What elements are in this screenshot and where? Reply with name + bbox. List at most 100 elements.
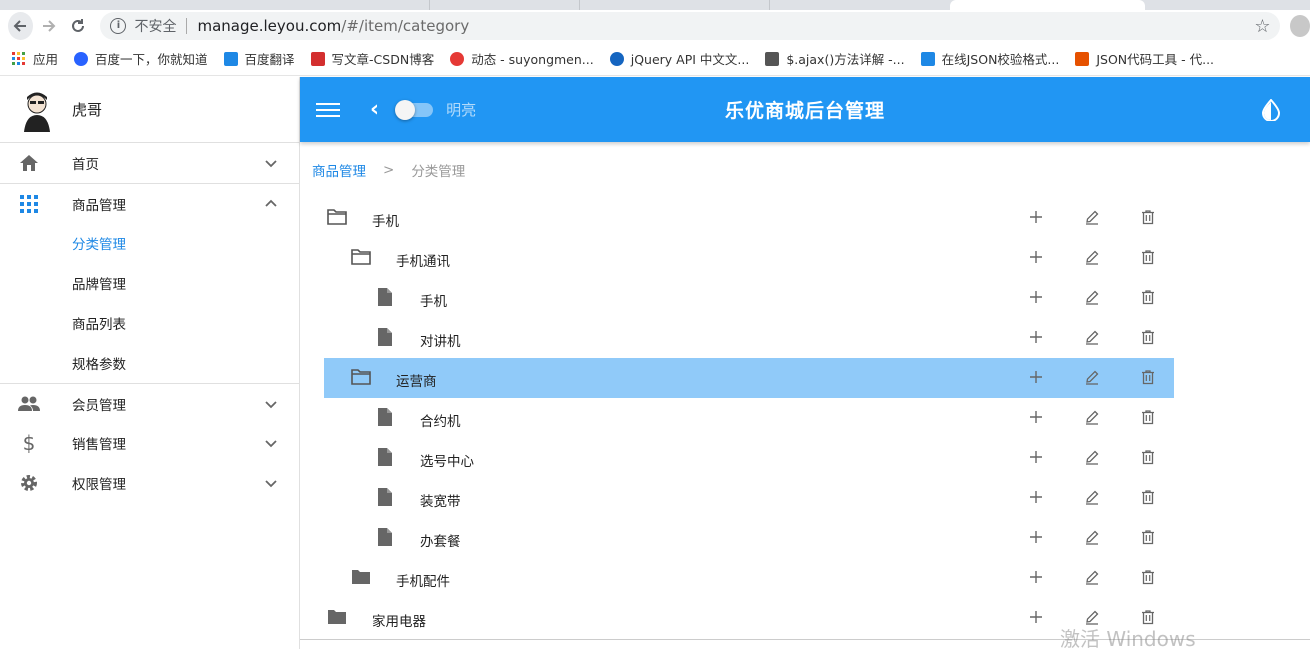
edit-icon[interactable] [1084, 369, 1100, 385]
chevron-left-icon[interactable]: ‹ [370, 97, 379, 122]
avatar[interactable] [18, 87, 56, 132]
menu-item-sales[interactable]: $ 销售管理 [0, 423, 299, 463]
folder-open-icon[interactable] [327, 207, 347, 227]
edit-icon[interactable] [1084, 409, 1100, 425]
edit-icon[interactable] [1084, 249, 1100, 265]
tree-node-label[interactable]: 选号中心 [420, 450, 474, 470]
add-icon[interactable] [1028, 569, 1044, 585]
tree-node-label[interactable]: 手机配件 [396, 570, 450, 590]
submenu-item-spec-params[interactable]: 规格参数 [0, 343, 299, 383]
file-icon[interactable] [375, 447, 395, 467]
chevron-down-icon[interactable] [263, 435, 279, 451]
tree-node[interactable]: 选号中心 [324, 438, 1174, 478]
tree-node[interactable]: 手机 [324, 198, 1174, 238]
file-icon[interactable] [375, 287, 395, 307]
delete-icon[interactable] [1140, 249, 1156, 265]
delete-icon[interactable] [1140, 489, 1156, 505]
submenu-item-category[interactable]: 分类管理 [0, 223, 299, 263]
chevron-down-icon[interactable] [263, 155, 279, 171]
add-icon[interactable] [1028, 449, 1044, 465]
folder-open-icon[interactable] [351, 367, 371, 387]
tree-node[interactable]: 手机配件 [324, 558, 1174, 598]
edit-icon[interactable] [1084, 209, 1100, 225]
add-icon[interactable] [1028, 489, 1044, 505]
chevron-down-icon[interactable] [263, 396, 279, 412]
delete-icon[interactable] [1140, 529, 1156, 545]
file-icon[interactable] [375, 327, 395, 347]
edit-icon[interactable] [1084, 329, 1100, 345]
folder-icon[interactable] [327, 607, 347, 627]
edit-icon[interactable] [1084, 289, 1100, 305]
file-icon[interactable] [375, 487, 395, 507]
edit-icon[interactable] [1084, 529, 1100, 545]
tree-node[interactable]: 对讲机 [324, 318, 1174, 358]
tree-node-label[interactable]: 家用电器 [372, 610, 426, 630]
add-icon[interactable] [1028, 289, 1044, 305]
tree-node-label[interactable]: 合约机 [420, 410, 461, 430]
bookmark-apps[interactable]: 应用 [12, 49, 58, 68]
menu-item-members[interactable]: 会员管理 [0, 383, 299, 423]
menu-item-home[interactable]: 首页 [0, 143, 299, 183]
browser-tab[interactable] [430, 0, 580, 10]
delete-icon[interactable] [1140, 209, 1156, 225]
tree-node-label[interactable]: 对讲机 [420, 330, 461, 350]
reload-button[interactable] [66, 12, 91, 40]
browser-active-tab[interactable] [950, 0, 1145, 10]
menu-icon[interactable] [316, 102, 340, 117]
invert-colors-icon[interactable] [1262, 99, 1280, 121]
delete-icon[interactable] [1140, 569, 1156, 585]
add-icon[interactable] [1028, 369, 1044, 385]
folder-open-icon[interactable] [351, 247, 371, 267]
profile-avatar[interactable] [1290, 15, 1310, 37]
delete-icon[interactable] [1140, 329, 1156, 345]
tree-node-label[interactable]: 装宽带 [420, 490, 461, 510]
tree-node[interactable]: 运营商 [324, 358, 1174, 398]
tree-node-label[interactable]: 运营商 [396, 370, 437, 390]
bookmark-jquery[interactable]: jQuery API 中文文... [609, 49, 749, 68]
add-icon[interactable] [1028, 409, 1044, 425]
add-icon[interactable] [1028, 329, 1044, 345]
submenu-item-brand[interactable]: 品牌管理 [0, 263, 299, 303]
edit-icon[interactable] [1084, 569, 1100, 585]
bookmark-star-icon[interactable]: ☆ [1254, 16, 1270, 37]
delete-icon[interactable] [1140, 369, 1156, 385]
chevron-up-icon[interactable] [263, 196, 279, 212]
folder-icon[interactable] [351, 567, 371, 587]
browser-tab[interactable] [230, 0, 430, 10]
tree-node[interactable]: 家用电器 [324, 598, 1174, 638]
tree-node[interactable]: 合约机 [324, 398, 1174, 438]
edit-icon[interactable] [1084, 449, 1100, 465]
add-icon[interactable] [1028, 249, 1044, 265]
file-icon[interactable] [375, 527, 395, 547]
file-icon[interactable] [375, 407, 395, 427]
bookmark-baidu[interactable]: 百度一下，你就知道 [74, 49, 208, 68]
theme-toggle[interactable] [395, 99, 434, 120]
chevron-down-icon[interactable] [263, 475, 279, 491]
info-icon[interactable]: i [110, 18, 127, 34]
add-icon[interactable] [1028, 529, 1044, 545]
delete-icon[interactable] [1140, 449, 1156, 465]
edit-icon[interactable] [1084, 489, 1100, 505]
bookmark-baidu-translate[interactable]: 百度翻译 [223, 49, 295, 68]
bookmark-json-validate[interactable]: 在线JSON校验格式... [920, 49, 1059, 68]
tree-node-label[interactable]: 手机通讯 [396, 250, 450, 270]
tree-node[interactable]: 手机通讯 [324, 238, 1174, 278]
url-input[interactable]: i 不安全 manage.leyou.com/#/item/category ☆ [100, 12, 1281, 40]
bookmark-csdn-write[interactable]: 写文章-CSDN博客 [310, 49, 434, 68]
breadcrumb-parent[interactable]: 商品管理 [312, 160, 366, 180]
bookmark-json-tools[interactable]: JSON代码工具 - 代... [1075, 49, 1214, 68]
delete-icon[interactable] [1140, 289, 1156, 305]
menu-item-products[interactable]: 商品管理 [0, 183, 299, 223]
menu-item-permissions[interactable]: 权限管理 [0, 463, 299, 503]
bookmark-dynamic[interactable]: 动态 - suyongmen... [450, 49, 594, 68]
browser-tab[interactable] [580, 0, 770, 10]
tree-node[interactable]: 装宽带 [324, 478, 1174, 518]
add-icon[interactable] [1028, 609, 1044, 625]
tree-node[interactable]: 手机 [324, 278, 1174, 318]
back-button[interactable] [8, 12, 33, 40]
add-icon[interactable] [1028, 209, 1044, 225]
submenu-item-product-list[interactable]: 商品列表 [0, 303, 299, 343]
delete-icon[interactable] [1140, 409, 1156, 425]
tree-node-label[interactable]: 手机 [420, 290, 447, 310]
bookmark-ajax[interactable]: $.ajax()方法详解 -... [765, 49, 905, 68]
